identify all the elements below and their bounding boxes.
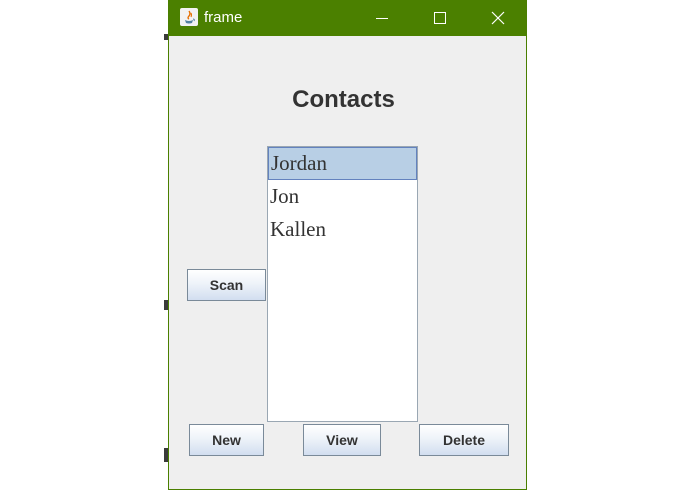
page-title: Contacts [292, 86, 395, 113]
delete-button[interactable]: Delete [419, 424, 509, 456]
list-item-jordan[interactable]: Jordan [268, 147, 417, 180]
window-title: frame [204, 9, 243, 26]
java-app-icon [180, 8, 198, 26]
list-item-kallen[interactable]: Kallen [268, 213, 417, 246]
minimize-icon[interactable] [359, 0, 405, 36]
screen: frame Contacts Jordan Jon Kallen Scan Ne… [0, 0, 695, 494]
title-bar[interactable]: frame [169, 0, 526, 36]
view-button[interactable]: View [303, 424, 381, 456]
list-item-jon[interactable]: Jon [268, 180, 417, 213]
maximize-icon[interactable] [417, 0, 463, 36]
contacts-list[interactable]: Jordan Jon Kallen [267, 146, 418, 422]
close-icon[interactable] [475, 0, 521, 36]
new-button[interactable]: New [189, 424, 264, 456]
scan-button[interactable]: Scan [187, 269, 266, 301]
app-window: frame Contacts Jordan Jon Kallen Scan Ne… [168, 0, 527, 490]
